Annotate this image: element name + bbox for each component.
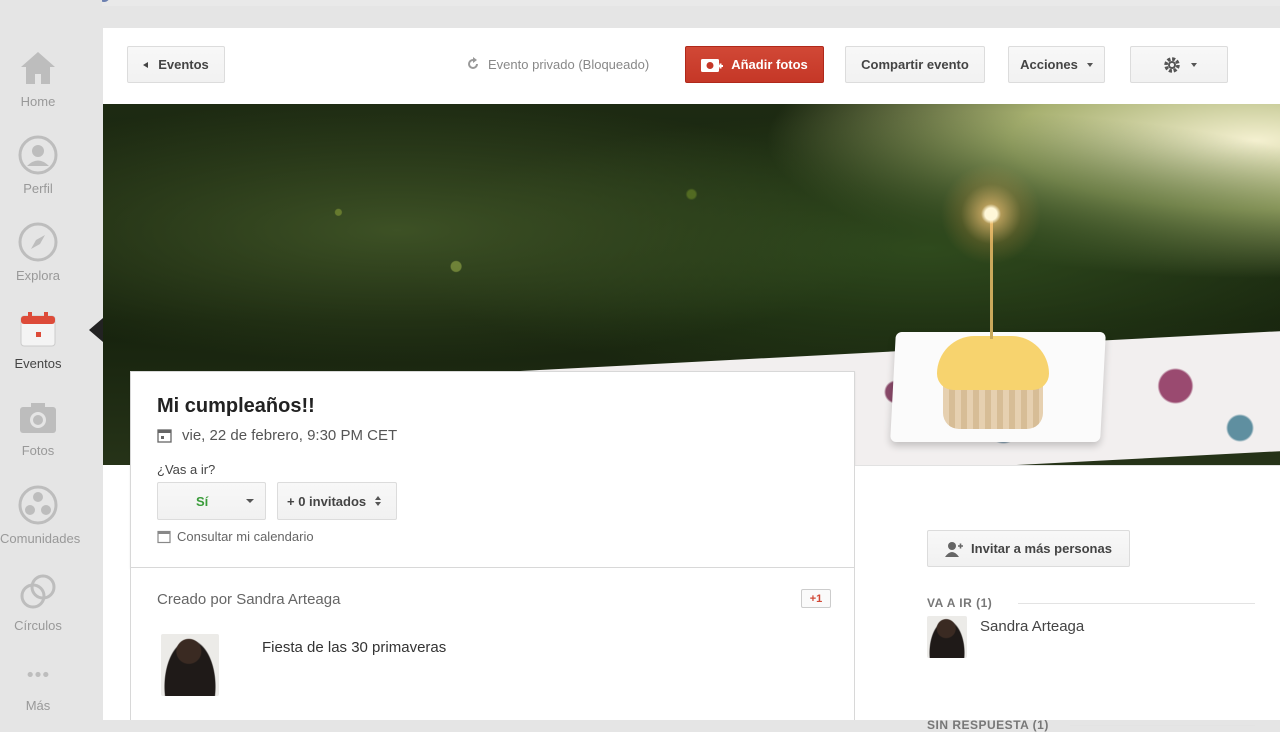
gear-icon: [1163, 56, 1180, 73]
event-details-card: Mi cumpleaños!! vie, 22 de febrero, 9:30…: [130, 371, 855, 568]
chevron-down-icon: [1190, 62, 1197, 67]
event-description: Fiesta de las 30 primaveras: [262, 639, 447, 656]
event-toolbar: Eventos Evento privado (Bloqueado) Añadi…: [103, 28, 1280, 104]
compass-icon: [18, 222, 58, 262]
guests-stepper[interactable]: + 0 invitados: [277, 482, 397, 520]
event-date-text: vie, 22 de febrero, 9:30 PM CET: [182, 427, 398, 444]
sidebar-item-label: Comunidades: [0, 531, 81, 546]
communities-icon: [18, 485, 58, 525]
guests-value: + 0 invitados: [287, 493, 367, 509]
privacy-status: Evento privado (Bloqueado): [465, 56, 649, 72]
active-nav-indicator: [89, 318, 103, 342]
calendar-small-icon: [157, 429, 172, 443]
event-title: Mi cumpleaños!!: [157, 395, 315, 417]
rsvp-value: Sí: [196, 493, 209, 509]
plus-one-button[interactable]: +1: [801, 589, 831, 608]
privacy-text: Evento privado (Bloqueado): [488, 56, 650, 72]
check-calendar-label: Consultar mi calendario: [177, 529, 314, 544]
creator-section: Creado por Sandra Arteaga +1 Fiesta de l…: [130, 568, 855, 720]
back-to-events-button[interactable]: Eventos: [127, 46, 225, 83]
sidebar-item-profile[interactable]: Perfil: [0, 135, 76, 196]
sidebar-item-label: Más: [25, 698, 51, 713]
add-photos-label: Añadir fotos: [731, 57, 808, 72]
no-response-section-title: SIN RESPUESTA (1): [927, 718, 1049, 732]
sidebar-item-label: Explora: [15, 268, 61, 283]
sidebar-item-label: Círculos: [14, 618, 62, 633]
back-arrow-icon: [143, 61, 149, 68]
rsvp-question: ¿Vas a ir?: [157, 462, 216, 477]
attendee-row[interactable]: Sandra Arteaga: [927, 616, 1084, 658]
sidebar-item-more[interactable]: Más: [0, 666, 76, 713]
add-photos-button[interactable]: Añadir fotos: [685, 46, 824, 83]
home-icon: [21, 52, 55, 84]
rsvp-select[interactable]: Sí: [157, 482, 266, 520]
share-event-label: Compartir evento: [861, 57, 969, 72]
creator-avatar[interactable]: [161, 634, 219, 696]
creator-header: Creado por Sandra Arteaga: [157, 591, 341, 608]
cover-sparkler-flame: [941, 164, 1041, 264]
profile-icon: [18, 135, 58, 175]
actions-dropdown[interactable]: Acciones: [1008, 46, 1105, 83]
invite-more-button[interactable]: Invitar a más personas: [927, 530, 1130, 567]
share-event-button[interactable]: Compartir evento: [845, 46, 985, 83]
event-panel: Eventos Evento privado (Bloqueado) Añadi…: [103, 28, 1280, 732]
attendee-avatar: [927, 616, 967, 658]
sidebar-item-photos[interactable]: Fotos: [0, 397, 76, 458]
actions-label: Acciones: [1020, 57, 1078, 72]
camera-icon: [20, 403, 56, 433]
sidebar-item-events[interactable]: Eventos: [0, 310, 76, 371]
chevron-down-icon: [246, 499, 255, 503]
settings-dropdown[interactable]: [1130, 46, 1228, 83]
sidebar-item-circles[interactable]: Círculos: [0, 572, 76, 633]
divider: [1070, 725, 1255, 726]
going-section-title: VA A IR (1): [927, 596, 993, 610]
circles-icon: [20, 574, 56, 609]
divider: [1018, 603, 1255, 604]
sidebar-item-label: Fotos: [21, 443, 55, 458]
refresh-lock-icon: [468, 57, 478, 69]
browser-top-strip: [0, 0, 1280, 6]
calendar-icon: [20, 312, 56, 347]
sidebar-item-label: Eventos: [14, 356, 62, 371]
stepper-arrows-icon: [375, 496, 382, 506]
sidebar-item-communities[interactable]: Comunidades: [0, 485, 81, 546]
event-date: vie, 22 de febrero, 9:30 PM CET: [157, 427, 397, 444]
more-icon: [27, 671, 49, 678]
sidebar-item-home[interactable]: Home: [0, 48, 76, 109]
invite-more-label: Invitar a más personas: [971, 541, 1112, 556]
sidebar-item-label: Home: [20, 94, 56, 109]
sidebar: Home Perfil Explora Eventos Fotos Comuni…: [0, 0, 103, 720]
add-photo-icon: [701, 58, 724, 72]
calendar-small-icon: [157, 530, 171, 543]
check-calendar-link[interactable]: Consultar mi calendario: [157, 529, 314, 544]
attendees-panel: Invitar a más personas VA A IR (1) Sandr…: [855, 465, 1280, 732]
back-button-label: Eventos: [158, 57, 209, 72]
attendee-name: Sandra Arteaga: [980, 618, 1085, 635]
chevron-down-icon: [1086, 62, 1093, 67]
sidebar-item-explore[interactable]: Explora: [0, 222, 76, 283]
add-person-icon: [945, 541, 964, 557]
cover-frosting: [937, 336, 1049, 390]
sidebar-item-label: Perfil: [23, 181, 53, 196]
